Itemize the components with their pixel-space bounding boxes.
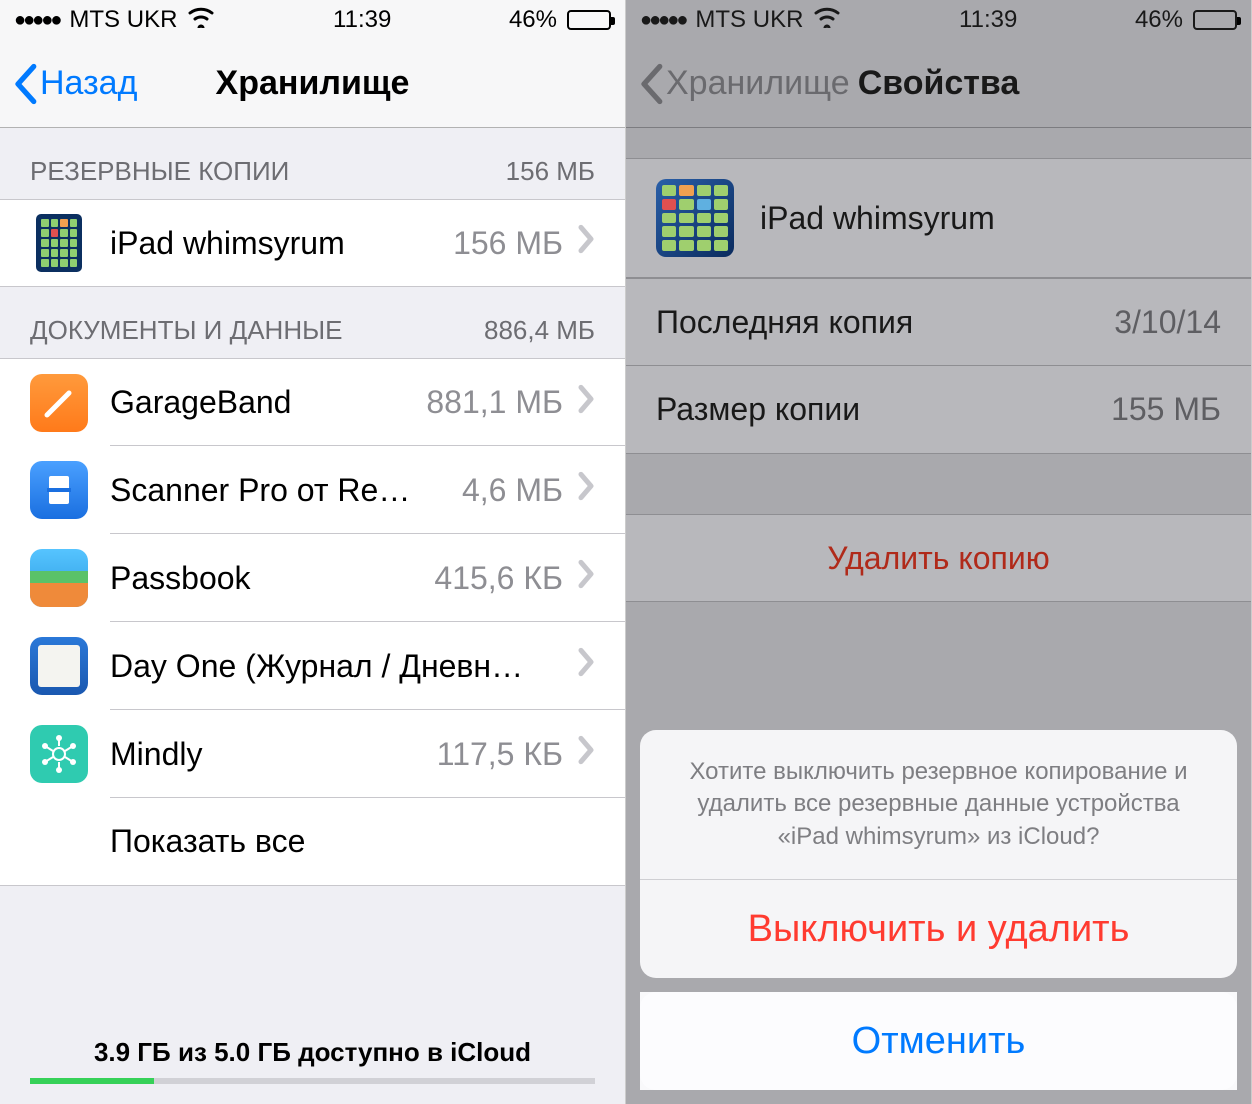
- backup-size-row: Размер копии 155 МБ: [626, 366, 1251, 454]
- battery-icon: [567, 10, 611, 30]
- delete-backup-button[interactable]: Удалить копию: [626, 514, 1251, 602]
- ipad-icon: [30, 214, 88, 272]
- app-list: GarageBand 881,1 МБ Scanner Pro от Re… 4…: [0, 358, 625, 886]
- section-header-docs: ДОКУМЕНТЫ И ДАННЫЕ 886,4 МБ: [0, 287, 625, 358]
- footer-storage-text: 3.9 ГБ из 5.0 ГБ доступно в iCloud: [0, 1037, 625, 1068]
- app-row-dayone[interactable]: Day One (Журнал / Дневн…: [0, 622, 625, 710]
- clock-label: 11:39: [959, 6, 1017, 34]
- app-name: Day One (Журнал / Дневн…: [110, 648, 563, 685]
- garageband-icon: [30, 374, 88, 432]
- carrier-label: MTS UKR: [69, 6, 177, 34]
- delete-backup-label: Удалить копию: [827, 540, 1049, 577]
- confirm-delete-label: Выключить и удалить: [748, 908, 1130, 951]
- back-button[interactable]: Хранилище: [626, 63, 850, 105]
- backup-size-value: 155 МБ: [1111, 391, 1221, 428]
- signal-dots-icon: ●●●●●: [640, 9, 685, 32]
- clock-label: 11:39: [333, 6, 391, 34]
- battery-icon: [1193, 10, 1237, 30]
- section-header-backups: РЕЗЕРВНЫЕ КОПИИ 156 МБ: [0, 128, 625, 199]
- app-size: 415,6 КБ: [434, 560, 563, 597]
- cancel-label: Отменить: [852, 1020, 1026, 1063]
- scanner-icon: [30, 461, 88, 519]
- last-backup-value: 3/10/14: [1114, 304, 1221, 341]
- backup-row-ipad[interactable]: iPad whimsyrum 156 МБ: [0, 199, 625, 287]
- backup-device-name: iPad whimsyrum: [110, 225, 453, 262]
- action-sheet-group: Хотите выключить резервное копирование и…: [640, 730, 1237, 978]
- section-backups-total: 156 МБ: [506, 156, 595, 187]
- show-all-row[interactable]: Показать все: [0, 798, 625, 886]
- app-row-mindly[interactable]: Mindly 117,5 КБ: [0, 710, 625, 798]
- action-sheet-cancel-group: Отменить: [640, 992, 1237, 1090]
- chevron-right-icon: [577, 735, 595, 773]
- chevron-right-icon: [577, 471, 595, 509]
- status-bar: ●●●●● MTS UKR 11:39 46%: [626, 0, 1251, 40]
- status-bar: ●●●●● MTS UKR 11:39 46%: [0, 0, 625, 40]
- battery-pct-label: 46%: [509, 6, 557, 34]
- storage-bar: [30, 1078, 595, 1084]
- footer: 3.9 ГБ из 5.0 ГБ доступно в iCloud: [0, 1037, 625, 1104]
- chevron-right-icon: [577, 647, 595, 685]
- signal-dots-icon: ●●●●●: [14, 9, 59, 32]
- carrier-label: MTS UKR: [695, 6, 803, 34]
- app-size: 881,1 МБ: [426, 384, 563, 421]
- device-ipad-icon: [656, 179, 734, 257]
- backup-size-label: Размер копии: [656, 391, 860, 428]
- nav-bar: Назад Хранилище: [0, 40, 625, 128]
- app-row-passbook[interactable]: Passbook 415,6 КБ: [0, 534, 625, 622]
- action-sheet: Хотите выключить резервное копирование и…: [626, 716, 1251, 1104]
- device-row[interactable]: iPad whimsyrum: [626, 158, 1251, 278]
- app-size: 117,5 КБ: [437, 736, 563, 773]
- last-backup-row: Последняя копия 3/10/14: [626, 278, 1251, 366]
- chevron-right-icon: [577, 384, 595, 422]
- back-button[interactable]: Назад: [0, 63, 137, 105]
- passbook-icon: [30, 549, 88, 607]
- app-name: Scanner Pro от Re…: [110, 472, 462, 509]
- app-name: Passbook: [110, 560, 434, 597]
- screen-properties: ●●●●● MTS UKR 11:39 46% Хранилище Свойст…: [626, 0, 1252, 1104]
- last-backup-label: Последняя копия: [656, 304, 913, 341]
- app-size: 4,6 МБ: [462, 472, 563, 509]
- mindly-icon: [30, 725, 88, 783]
- section-docs-label: ДОКУМЕНТЫ И ДАННЫЕ: [30, 315, 342, 346]
- chevron-right-icon: [577, 224, 595, 262]
- app-name: Mindly: [110, 736, 437, 773]
- back-label: Хранилище: [666, 64, 850, 103]
- app-name: GarageBand: [110, 384, 426, 421]
- confirm-delete-button[interactable]: Выключить и удалить: [640, 880, 1237, 978]
- show-all-label: Показать все: [110, 823, 595, 860]
- app-row-scanner[interactable]: Scanner Pro от Re… 4,6 МБ: [0, 446, 625, 534]
- back-label: Назад: [40, 64, 137, 103]
- app-row-garageband[interactable]: GarageBand 881,1 МБ: [0, 358, 625, 446]
- dayone-icon: [30, 637, 88, 695]
- nav-bar: Хранилище Свойства: [626, 40, 1251, 128]
- section-docs-total: 886,4 МБ: [484, 315, 595, 346]
- wifi-icon: [187, 6, 215, 35]
- device-name-label: iPad whimsyrum: [760, 200, 995, 237]
- wifi-icon: [813, 6, 841, 35]
- section-backups-label: РЕЗЕРВНЫЕ КОПИИ: [30, 156, 289, 187]
- action-sheet-message: Хотите выключить резервное копирование и…: [640, 730, 1237, 880]
- battery-pct-label: 46%: [1135, 6, 1183, 34]
- screen-storage: ●●●●● MTS UKR 11:39 46% Назад Хранилище …: [0, 0, 626, 1104]
- backup-device-size: 156 МБ: [453, 225, 563, 262]
- chevron-right-icon: [577, 559, 595, 597]
- cancel-button[interactable]: Отменить: [640, 992, 1237, 1090]
